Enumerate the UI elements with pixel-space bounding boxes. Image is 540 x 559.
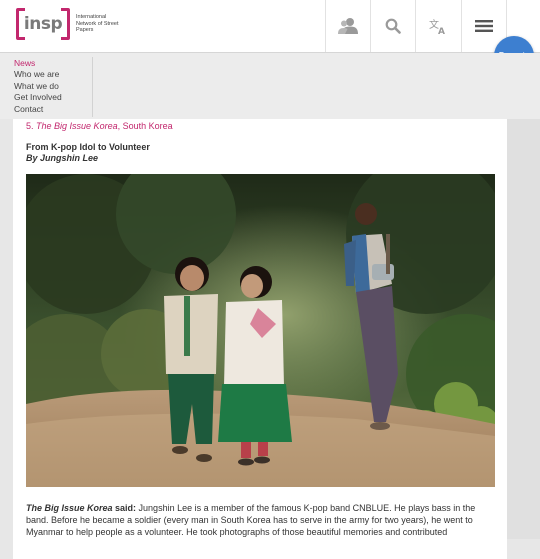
logo-tagline: International Network of Street Papers bbox=[76, 14, 119, 34]
body-lead-suffix: said: bbox=[112, 503, 137, 513]
article-photo bbox=[26, 174, 495, 487]
story-title: From K-pop Idol to Volunteer bbox=[26, 142, 150, 152]
submenu-item-contact[interactable]: Contact bbox=[14, 104, 62, 115]
people-button[interactable] bbox=[325, 0, 370, 52]
section-heading: 5. The Big Issue Korea, South Korea bbox=[26, 121, 173, 131]
search-icon bbox=[385, 18, 401, 34]
logo-word: insp bbox=[23, 14, 63, 34]
news-submenu: News Who we are What we do Get Involved … bbox=[0, 53, 540, 119]
section-number: 5. bbox=[26, 121, 34, 131]
translate-icon: 文 A bbox=[428, 17, 448, 35]
section-country: , South Korea bbox=[117, 121, 173, 131]
submenu-item-what-we-do[interactable]: What we do bbox=[14, 81, 62, 92]
search-button[interactable] bbox=[370, 0, 415, 52]
submenu-item-who-we-are[interactable]: Who we are bbox=[14, 69, 62, 80]
site-header: insp International Network of Street Pap… bbox=[0, 0, 540, 53]
page-gutter bbox=[507, 119, 540, 539]
submenu-divider bbox=[92, 57, 93, 117]
paper-name-link[interactable]: The Big Issue Korea bbox=[36, 121, 118, 131]
svg-text:A: A bbox=[438, 27, 445, 35]
body-lead: The Big Issue Korea bbox=[26, 503, 113, 513]
submenu-item-get-involved[interactable]: Get Involved bbox=[14, 92, 62, 103]
submenu-item-news[interactable]: News bbox=[14, 58, 62, 69]
people-icon bbox=[337, 17, 359, 35]
byline: By Jungshin Lee bbox=[26, 153, 99, 163]
hamburger-menu-icon bbox=[475, 19, 493, 33]
translate-button[interactable]: 文 A bbox=[415, 0, 460, 52]
article-body: The Big Issue Korea said: Jungshin Lee i… bbox=[26, 502, 494, 539]
insp-logo[interactable]: insp International Network of Street Pap… bbox=[16, 8, 122, 40]
